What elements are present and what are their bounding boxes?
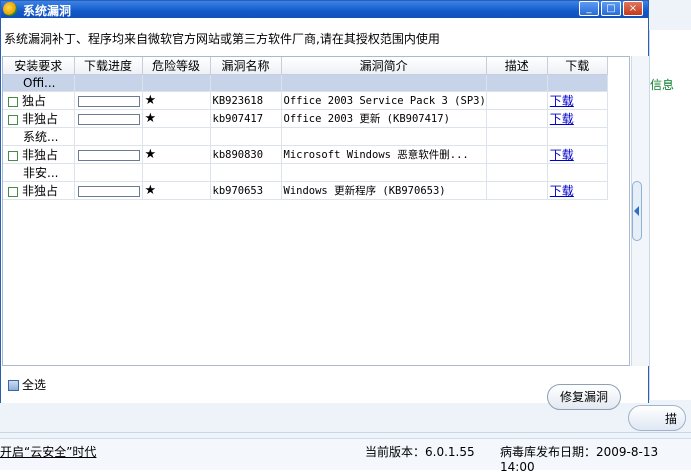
column-header-progress[interactable]: 下载进度 [74,57,143,75]
minimize-button[interactable]: _ [579,1,599,16]
cloud-security-link[interactable]: 开启“云安全”时代 [0,443,96,460]
download-progress-bar [77,185,140,197]
virus-db-date: 病毒库发布日期：2009-8-13 14:00 [500,445,659,474]
column-header-level[interactable]: 危险等级 [142,57,211,75]
download-link[interactable]: 下载 [550,112,574,126]
column-header-install[interactable]: 安装要求 [3,57,75,75]
install-requirement: 非独占 [22,184,59,198]
download-link[interactable]: 下载 [550,94,574,108]
danger-level: ★ [144,111,157,126]
danger-level: ★ [144,93,157,108]
divider [0,432,691,433]
vuln-description [486,91,548,110]
background-scan-button[interactable]: 描 [628,405,686,431]
row-checkbox[interactable] [8,186,18,197]
install-requirement: 非独占 [22,112,59,126]
install-requirement: 独占 [22,94,47,108]
app-logo-icon [3,2,17,16]
background-info-link[interactable]: 信息 [650,76,674,93]
vuln-summary: Microsoft Windows 恶意软件删... [281,145,487,164]
table-row[interactable]: 非独占 ★ kb970653 Windows 更新程序 (KB970653) 下… [3,181,608,200]
vuln-name: KB923618 [210,91,282,110]
current-version: 当前版本：6.0.1.55 [365,445,475,459]
column-header-summary[interactable]: 漏洞简介 [281,57,487,75]
column-header-name[interactable]: 漏洞名称 [210,57,282,75]
danger-level: ★ [144,147,157,162]
group-row-system[interactable]: 系统... [3,127,608,146]
side-collapse-handle[interactable] [632,181,642,241]
dialog-title: 系统漏洞 [23,4,72,18]
column-header-description[interactable]: 描述 [486,57,548,75]
disclaimer-text: 系统漏洞补丁、程序均来自微软官方网站或第三方软件厂商,请在其授权范围内使用 [4,32,440,46]
danger-level: ★ [144,183,157,198]
download-link[interactable]: 下载 [550,184,574,198]
vulnerability-dialog: 系统漏洞 _ □ × 系统漏洞补丁、程序均来自微软官方网站或第三方软件厂商,请在… [0,0,649,410]
repair-vulnerabilities-button[interactable]: 修复漏洞 [547,384,621,410]
close-button[interactable]: × [623,1,643,16]
table-row[interactable]: 独占 ★ KB923618 Office 2003 Service Pack 3… [3,91,608,110]
arrow-left-icon [634,206,639,216]
vuln-description [486,145,548,164]
vuln-description [486,181,548,200]
vuln-name: kb907417 [210,109,282,128]
table-row[interactable]: 非独占 ★ kb907417 Office 2003 更新 (KB907417)… [3,109,608,128]
vuln-name: kb890830 [210,145,282,164]
select-all-label: 全选 [22,378,47,392]
status-bar: 开启“云安全”时代 当前版本：6.0.1.55 病毒库发布日期：2009-8-1… [0,438,691,474]
row-checkbox[interactable] [8,96,18,107]
maximize-button[interactable]: □ [601,1,621,16]
install-requirement: 非独占 [22,148,59,162]
row-checkbox[interactable] [8,150,18,161]
column-header-download[interactable]: 下载 [547,57,608,75]
checkbox-icon [8,380,19,391]
download-progress-bar [77,113,140,125]
vuln-summary: Office 2003 Service Pack 3 (SP3) [281,91,487,110]
group-row-office[interactable]: Offi... [3,74,608,92]
group-label: 非安... [3,163,75,182]
vulnerability-table: 安装要求 下载进度 危险等级 漏洞名称 漏洞简介 描述 下载 Offi... 独… [3,57,608,200]
title-bar[interactable]: 系统漏洞 _ □ × [1,1,648,18]
vuln-summary: Windows 更新程序 (KB970653) [281,181,487,200]
download-link[interactable]: 下载 [550,148,574,162]
group-label: 系统... [3,127,75,146]
group-row-non-security[interactable]: 非安... [3,163,608,182]
select-all-checkbox[interactable]: 全选 [8,376,46,393]
info-header: 系统漏洞补丁、程序均来自微软官方网站或第三方软件厂商,请在其授权范围内使用 [1,18,648,56]
vuln-name: kb970653 [210,181,282,200]
group-label: Offi... [3,74,75,92]
download-progress-bar [77,149,140,161]
table-row[interactable]: 非独占 ★ kb890830 Microsoft Windows 恶意软件删..… [3,145,608,164]
row-checkbox[interactable] [8,114,18,125]
vulnerability-list: 安装要求 下载进度 危险等级 漏洞名称 漏洞简介 描述 下载 Offi... 独… [2,56,630,366]
vuln-description [486,109,548,128]
dialog-footer: 全选 修复漏洞 [1,367,648,410]
download-progress-bar [77,95,140,107]
vuln-summary: Office 2003 更新 (KB907417) [281,109,487,128]
